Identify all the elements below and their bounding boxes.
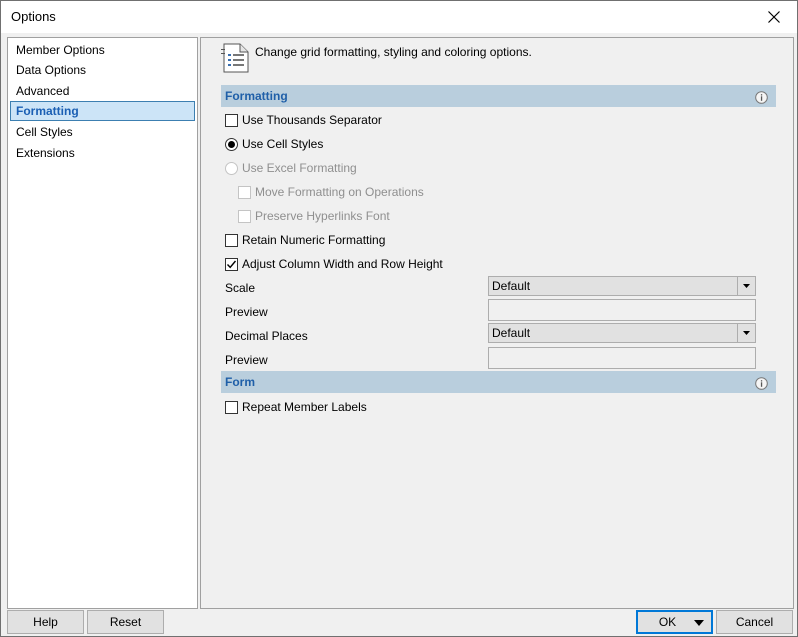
option-label: Use Cell Styles (242, 137, 324, 151)
decimal-places-label: Decimal Places (225, 329, 308, 343)
move-formatting-checkbox (238, 185, 251, 199)
repeat-member-labels-checkbox[interactable] (225, 400, 238, 414)
help-button[interactable]: Help (7, 610, 84, 634)
decimal-preview-label: Preview (225, 353, 268, 367)
button-label: OK (658, 615, 677, 629)
option-label: Repeat Member Labels (242, 400, 367, 414)
option-label: Adjust Column Width and Row Height (242, 257, 443, 271)
use-excel-formatting-option: Use Excel Formatting (225, 159, 357, 177)
sidebar-item-label: Advanced (16, 84, 70, 98)
close-icon (768, 11, 780, 23)
use-cell-styles-option[interactable]: Use Cell Styles (225, 135, 323, 153)
move-formatting-option: Move Formatting on Operations (238, 183, 424, 201)
title-bar: Options (1, 1, 797, 33)
sidebar-item-label: Data Options (16, 63, 87, 77)
window-title: Options (11, 9, 56, 24)
dropdown-arrow-icon[interactable] (694, 620, 704, 626)
sidebar-item-label: Cell Styles (16, 125, 73, 139)
settings-panel: Change grid formatting, styling and colo… (200, 37, 794, 609)
section-title: Formatting (225, 89, 288, 103)
checkmark-icon (226, 260, 237, 268)
decimal-places-dropdown[interactable]: Default (488, 323, 756, 343)
use-cell-styles-radio[interactable] (225, 137, 238, 151)
sidebar-item-label: Extensions (16, 146, 75, 160)
sidebar-nav: Member Options Data Options Advanced For… (7, 37, 198, 609)
retain-numeric-formatting-option[interactable]: Retain Numeric Formatting (225, 231, 385, 249)
selected-value: Default (492, 279, 531, 293)
button-label: Cancel (735, 615, 774, 629)
reset-button[interactable]: Reset (87, 610, 164, 634)
button-label: Help (33, 615, 58, 629)
chevron-down-icon[interactable] (737, 277, 755, 295)
option-label: Move Formatting on Operations (255, 185, 424, 199)
close-button[interactable] (755, 3, 793, 31)
option-label: Retain Numeric Formatting (242, 233, 386, 247)
options-dialog: Options Member Options Data Options Adva… (0, 0, 798, 637)
sidebar-item-extensions[interactable]: Extensions (10, 143, 195, 163)
retain-numeric-formatting-checkbox[interactable] (225, 233, 238, 247)
selected-value: Default (492, 326, 531, 340)
sidebar-item-data-options[interactable]: Data Options (10, 60, 195, 80)
section-title: Form (225, 375, 255, 389)
info-icon[interactable] (755, 375, 768, 397)
form-section-header: Form (221, 371, 776, 393)
adjust-column-width-option[interactable]: Adjust Column Width and Row Height (225, 255, 443, 273)
adjust-column-width-checkbox[interactable] (225, 257, 238, 271)
decimal-preview-box (488, 347, 756, 369)
cancel-button[interactable]: Cancel (716, 610, 793, 634)
sidebar-item-advanced[interactable]: Advanced (10, 81, 195, 101)
repeat-member-labels-option[interactable]: Repeat Member Labels (225, 398, 367, 416)
option-label: Preserve Hyperlinks Font (255, 209, 390, 223)
sidebar-item-label: Formatting (16, 104, 79, 118)
info-icon[interactable] (755, 89, 768, 111)
sidebar-item-member-options[interactable]: Member Options (10, 40, 195, 60)
preserve-hyperlinks-checkbox (238, 209, 251, 223)
scale-dropdown[interactable]: Default (488, 276, 756, 296)
preserve-hyperlinks-option: Preserve Hyperlinks Font (238, 207, 390, 225)
page-description: Change grid formatting, styling and colo… (255, 45, 532, 59)
sidebar-item-formatting[interactable]: Formatting (10, 101, 195, 121)
button-label: Reset (109, 615, 142, 629)
formatting-list-icon (221, 41, 251, 78)
formatting-section-header: Formatting (221, 85, 776, 107)
use-thousands-separator-option[interactable]: Use Thousands Separator (225, 111, 382, 129)
scale-label: Scale (225, 281, 256, 295)
scale-preview-label: Preview (225, 305, 268, 319)
sidebar-item-label: Member Options (16, 43, 105, 57)
option-label: Use Excel Formatting (242, 161, 357, 175)
scale-preview-box (488, 299, 756, 321)
option-label: Use Thousands Separator (242, 113, 382, 127)
ok-button[interactable]: OK (636, 610, 713, 634)
use-excel-formatting-radio (225, 161, 238, 175)
sidebar-item-cell-styles[interactable]: Cell Styles (10, 122, 195, 142)
chevron-down-icon[interactable] (737, 324, 755, 342)
use-thousands-separator-checkbox[interactable] (225, 113, 238, 127)
